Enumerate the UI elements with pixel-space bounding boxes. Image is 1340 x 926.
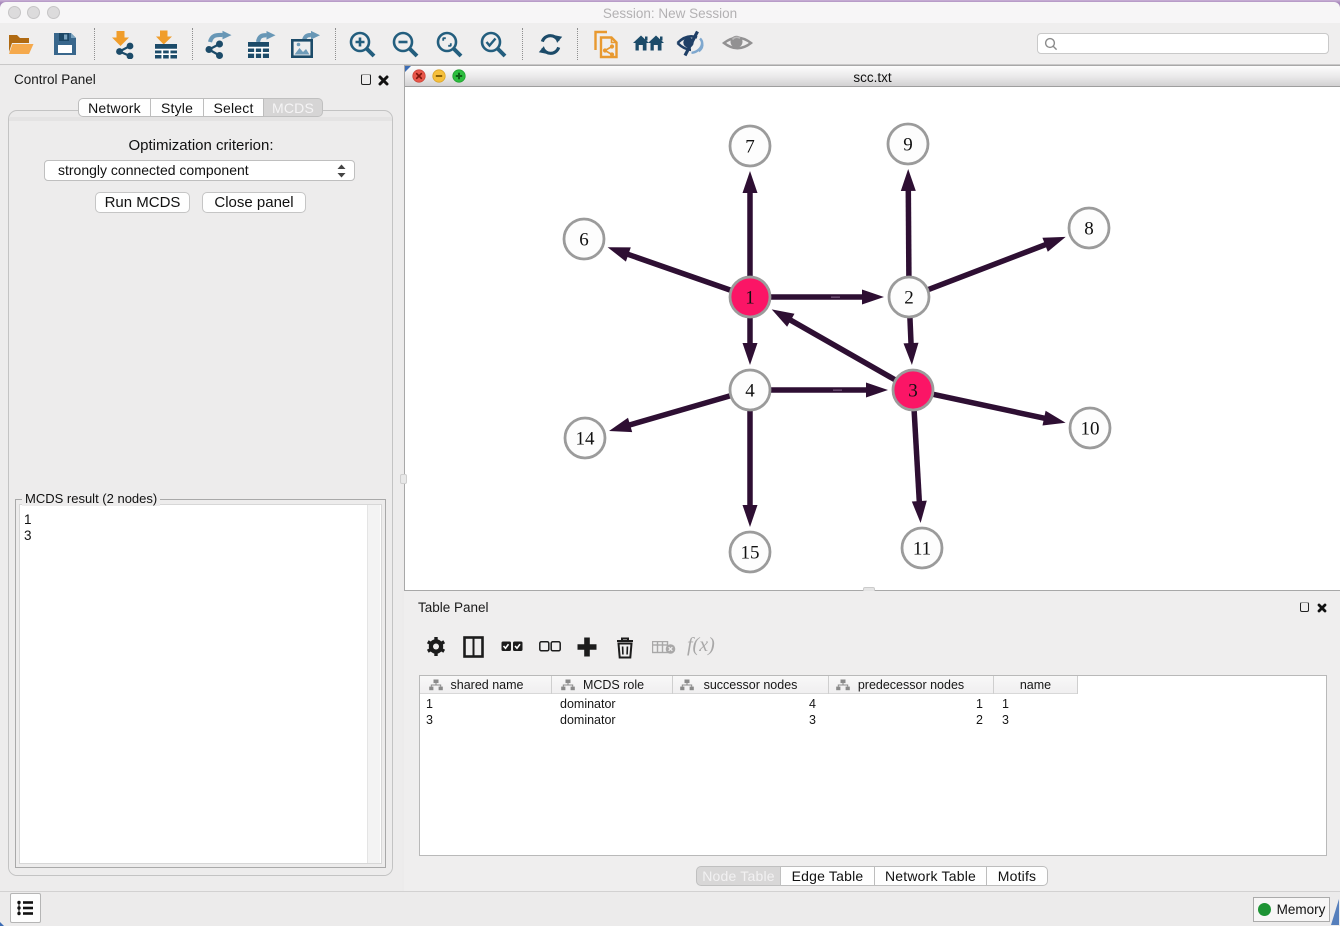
svg-text:1: 1 — [745, 288, 755, 309]
svg-text:11: 11 — [913, 539, 931, 560]
svg-text:9: 9 — [903, 135, 913, 156]
svg-text:2: 2 — [904, 288, 914, 309]
svg-text:3: 3 — [908, 381, 918, 402]
svg-text:7: 7 — [745, 137, 755, 158]
svg-text:14: 14 — [576, 429, 596, 450]
svg-text:6: 6 — [579, 230, 589, 251]
svg-text:10: 10 — [1081, 419, 1100, 440]
svg-text:4: 4 — [745, 381, 755, 402]
svg-text:8: 8 — [1084, 219, 1094, 240]
svg-text:15: 15 — [741, 543, 760, 564]
